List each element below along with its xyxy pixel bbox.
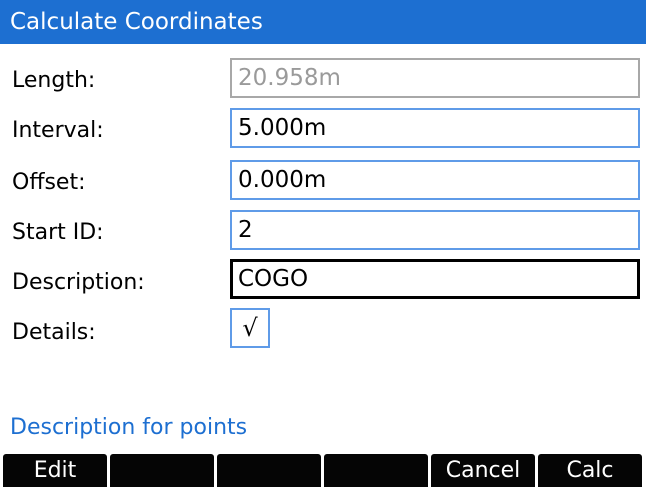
offset-field[interactable]: 0.000m [230, 160, 640, 200]
start-id-field[interactable]: 2 [230, 210, 640, 250]
calc-softkey[interactable]: Calc [538, 454, 642, 487]
details-label: Details: [12, 320, 96, 345]
window-title: Calculate Coordinates [0, 0, 646, 44]
softkey-2[interactable] [110, 454, 214, 487]
interval-field[interactable]: 5.000m [230, 108, 640, 148]
offset-label: Offset: [12, 170, 86, 195]
description-field[interactable]: COGO [230, 259, 640, 299]
length-label: Length: [12, 68, 96, 93]
length-field: 20.958m [230, 58, 640, 98]
cancel-softkey[interactable]: Cancel [431, 454, 535, 487]
interval-label: Interval: [12, 118, 104, 143]
softkey-3[interactable] [217, 454, 321, 487]
start-id-label: Start ID: [12, 220, 104, 245]
edit-softkey[interactable]: Edit [3, 454, 107, 487]
details-checkbox[interactable]: √ [230, 308, 270, 348]
softkey-bar: Edit Cancel Calc [0, 452, 646, 489]
description-label: Description: [12, 270, 145, 295]
softkey-4[interactable] [324, 454, 428, 487]
status-hint: Description for points [10, 415, 248, 440]
